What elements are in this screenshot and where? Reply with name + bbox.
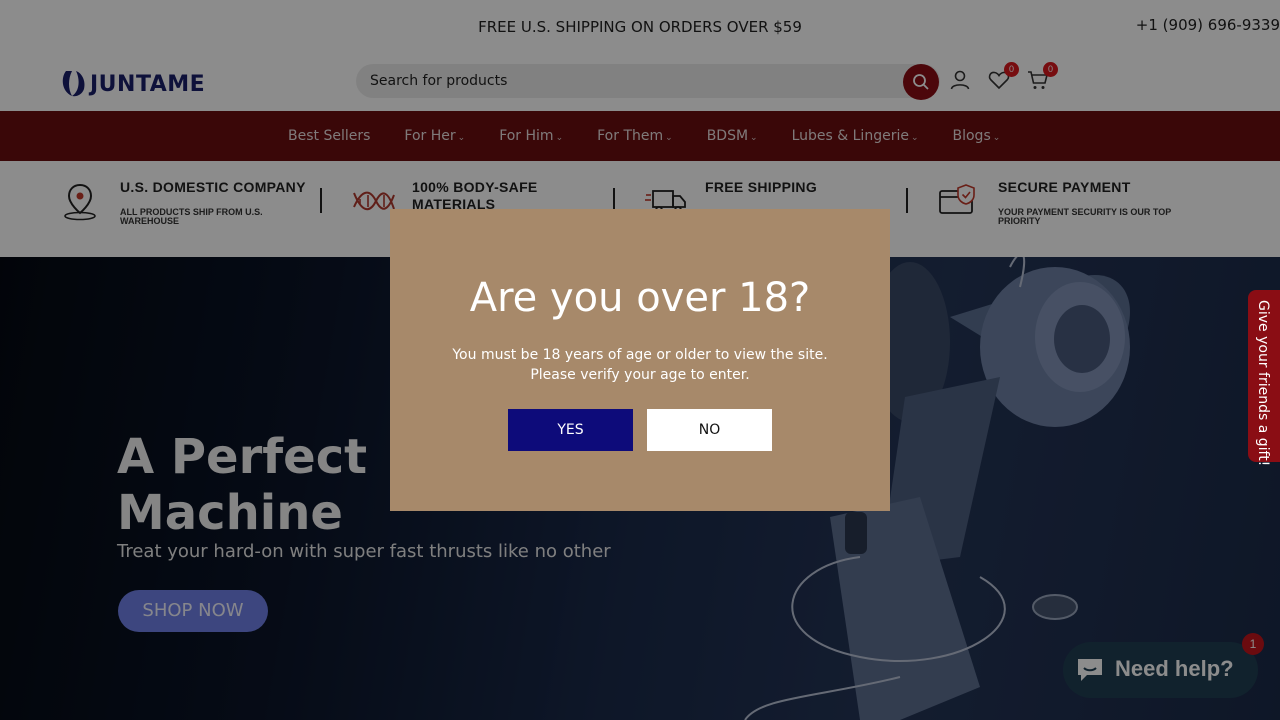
modal-title: Are you over 18? — [469, 275, 811, 321]
gift-tab[interactable]: Give your friends a gift! — [1248, 290, 1280, 466]
no-button[interactable]: NO — [647, 409, 772, 451]
modal-message: You must be 18 years of age or older to … — [390, 345, 890, 385]
page: FREE U.S. SHIPPING ON ORDERS OVER $59 +1… — [0, 0, 1280, 720]
yes-button[interactable]: YES — [508, 409, 633, 451]
modal-message-line-1: You must be 18 years of age or older to … — [452, 347, 828, 363]
modal-message-line-2: Please verify your age to enter. — [530, 367, 750, 383]
gift-tab-label: Give your friends a gift! — [1255, 300, 1271, 467]
age-verification-modal: Are you over 18? You must be 18 years of… — [390, 209, 890, 511]
